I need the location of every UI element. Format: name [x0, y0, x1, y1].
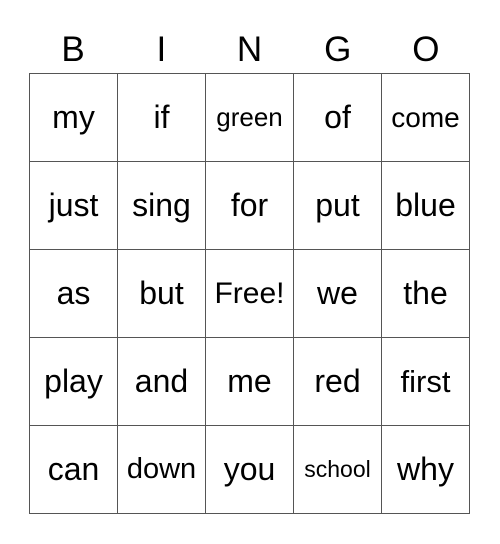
header-letter-o: O — [412, 30, 440, 69]
header-letter-b: B — [61, 30, 85, 69]
bingo-cell: of — [294, 74, 382, 162]
bingo-header: B I N G O — [29, 28, 470, 72]
bingo-cell: just — [30, 162, 118, 250]
bingo-grid: my if green of come just sing for put blue as but Fr… — [29, 73, 470, 514]
bingo-cell: sing — [118, 162, 206, 250]
bingo-cell: the — [382, 250, 470, 338]
bingo-cell: me — [206, 338, 294, 426]
bingo-cell: come — [382, 74, 470, 162]
bingo-cell: why — [382, 426, 470, 514]
header-letter-i: I — [156, 30, 167, 69]
bingo-cell: put — [294, 162, 382, 250]
bingo-cell: as — [30, 250, 118, 338]
bingo-cell: school — [294, 426, 382, 514]
bingo-cell: first — [382, 338, 470, 426]
bingo-cell: and — [118, 338, 206, 426]
bingo-cell: play — [30, 338, 118, 426]
bingo-cell: for — [206, 162, 294, 250]
header-letter-g: G — [324, 30, 352, 69]
bingo-cell: Free! — [206, 250, 294, 338]
header-letter-n: N — [236, 30, 263, 69]
bingo-cell: can — [30, 426, 118, 514]
bingo-cell: red — [294, 338, 382, 426]
bingo-cell: down — [118, 426, 206, 514]
bingo-cell: you — [206, 426, 294, 514]
bingo-cell: we — [294, 250, 382, 338]
bingo-cell: if — [118, 74, 206, 162]
bingo-cell: my — [30, 74, 118, 162]
bingo-cell: green — [206, 74, 294, 162]
bingo-cell: but — [118, 250, 206, 338]
bingo-cell: blue — [382, 162, 470, 250]
